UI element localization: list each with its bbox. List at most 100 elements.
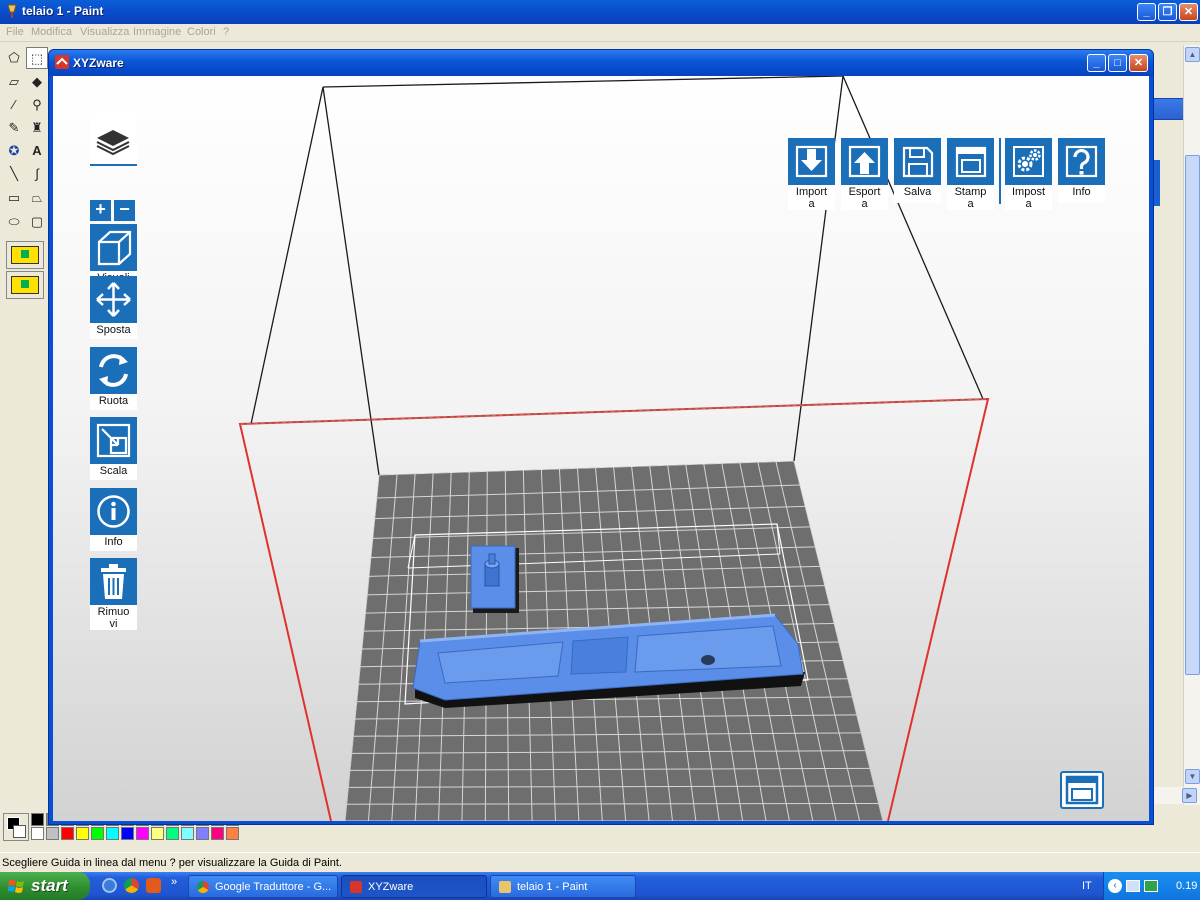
palette-swatch[interactable] [76,827,89,840]
paint-close-button[interactable]: ✕ [1179,3,1198,21]
xyz-maximize-button[interactable]: □ [1108,54,1127,72]
scroll-right-icon[interactable]: ▶ [1182,788,1197,803]
info-top-button[interactable]: Info [1058,138,1105,203]
network-icon[interactable] [1126,880,1140,892]
task-label: telaio 1 - Paint [517,881,588,893]
salva-button[interactable]: Salva [894,138,941,203]
airbrush-icon[interactable]: ✪ [3,140,25,162]
help-question-icon [1058,138,1105,185]
fill-bucket-icon[interactable]: ◆ [26,71,48,93]
paint-minimize-button[interactable]: _ [1137,3,1156,21]
text-tool-icon[interactable]: A [26,140,48,162]
paint-titlebar[interactable]: telaio 1 - Paint _ ❐ ✕ [0,0,1200,24]
zoom-in-button[interactable]: + [90,200,111,221]
xyz-close-button[interactable]: ✕ [1129,54,1148,72]
info-side-button[interactable]: Info [90,488,137,551]
rectangle-icon[interactable]: ▭ [3,187,25,209]
task-label: Google Traduttore - G... [215,881,332,893]
paint-vertical-scrollbar[interactable]: ▲ ▼ [1183,45,1200,805]
eraser-icon[interactable]: ▱ [3,71,25,93]
tray-expand-icon[interactable]: ‹ [1108,879,1122,893]
xyzware-viewport[interactable]: + − Visualiz Sposta Ruota Sca [53,76,1149,821]
brush-icon[interactable]: ♜ [26,117,48,139]
palette-swatch[interactable] [46,827,59,840]
scala-button[interactable]: Scala [90,417,137,480]
menu-visualizza[interactable]: Visualizza [80,26,129,38]
scroll-down-icon[interactable]: ▼ [1185,769,1200,784]
paint-app-icon [7,4,17,18]
rounded-rect-icon[interactable]: ▢ [26,211,48,233]
line-icon[interactable]: ╲ [3,163,25,185]
tool-option-2-icon[interactable] [6,271,44,299]
esporta-button[interactable]: Esport a [841,138,888,210]
curve-icon[interactable]: ∫ [26,163,48,185]
ellipse-icon[interactable]: ⬭ [3,211,25,233]
palette-swatch[interactable] [226,827,239,840]
magnifier-icon[interactable]: ⚲ [26,94,48,116]
paint-horizontal-scrollbar[interactable]: ▶ [1150,787,1200,804]
task-google-translate[interactable]: Google Traduttore - G... [188,875,338,898]
impostazioni-button[interactable]: Impost a [1005,138,1052,210]
chrome-quicklaunch-icon[interactable] [124,878,139,893]
pencil-icon[interactable]: ✎ [3,117,25,139]
windows-flag-icon [8,880,24,893]
windows-taskbar: start » Google Traduttore - G... XYZware… [0,872,1200,900]
rotate-icon [90,347,137,394]
menu-modifica[interactable]: Modifica [31,26,72,38]
xyzware-titlebar[interactable]: XYZware _ □ ✕ [49,50,1153,76]
current-colors[interactable] [3,813,29,841]
xyzware-window: XYZware _ □ ✕ + − Sposta Ruota Scala Inf… [48,49,1154,825]
model-small-part [470,545,519,613]
xyz-minimize-button[interactable]: _ [1087,54,1106,72]
polygon-icon[interactable]: ⏢ [26,187,48,209]
task-xyzware[interactable]: XYZware [341,875,487,898]
tool-option-1-icon[interactable] [6,241,44,269]
palette-swatch[interactable] [151,827,164,840]
menu-immagine[interactable]: Immagine [133,26,181,38]
sposta-button[interactable]: Sposta [90,276,137,339]
color-picker-icon[interactable]: ⁄ [3,94,25,116]
importa-button[interactable]: Import a [788,138,835,210]
palette-swatch[interactable] [196,827,209,840]
palette-swatch[interactable] [91,827,104,840]
scroll-up-icon[interactable]: ▲ [1185,47,1200,62]
menu-help[interactable]: ? [223,26,229,38]
palette-swatch[interactable] [121,827,134,840]
zoom-out-button[interactable]: − [114,200,135,221]
palette-swatch[interactable] [136,827,149,840]
clock[interactable]: 0.19 [1176,880,1197,892]
paint-status-bar: Scegliere Guida in linea dal menu ? per … [0,852,1200,872]
menu-colori[interactable]: Colori [187,26,216,38]
chrome-icon [197,881,209,893]
palette-swatch[interactable] [211,827,224,840]
rect-select-icon[interactable]: ⬚ [26,47,48,69]
ruota-label: Ruota [90,394,137,410]
menu-file[interactable]: File [6,26,24,38]
system-tray: ‹ 0.19 [1103,872,1200,900]
background-color [13,825,26,838]
rimuovi-button[interactable]: Rimuo vi [90,558,137,630]
ruota-button[interactable]: Ruota [90,347,137,410]
xyzware-app-icon [55,55,69,69]
palette-swatch[interactable] [166,827,179,840]
palette-swatch[interactable] [61,827,74,840]
palette-swatch[interactable] [181,827,194,840]
palette-swatch[interactable] [106,827,119,840]
impostazioni-label: Impost a [1005,185,1052,210]
task-paint[interactable]: telaio 1 - Paint [490,875,636,898]
palette-swatch[interactable] [31,827,44,840]
language-indicator[interactable]: IT [1082,880,1092,892]
paint-restore-button[interactable]: ❐ [1158,3,1177,21]
free-select-icon[interactable]: ⬠ [3,47,25,69]
mail-quicklaunch-icon[interactable] [146,878,161,893]
build-volume-outline [250,76,984,476]
xyzware-icon [350,881,362,893]
volume-icon[interactable] [1144,880,1158,892]
start-button[interactable]: start [0,872,90,900]
stampa-button[interactable]: Stamp a [947,138,994,210]
scroll-thumb[interactable] [1185,155,1200,675]
panel-toggle-button[interactable] [1060,771,1104,809]
palette-swatch[interactable] [31,813,44,826]
quicklaunch-more-icon[interactable]: » [171,876,177,888]
ie-quicklaunch-icon[interactable] [102,878,117,893]
